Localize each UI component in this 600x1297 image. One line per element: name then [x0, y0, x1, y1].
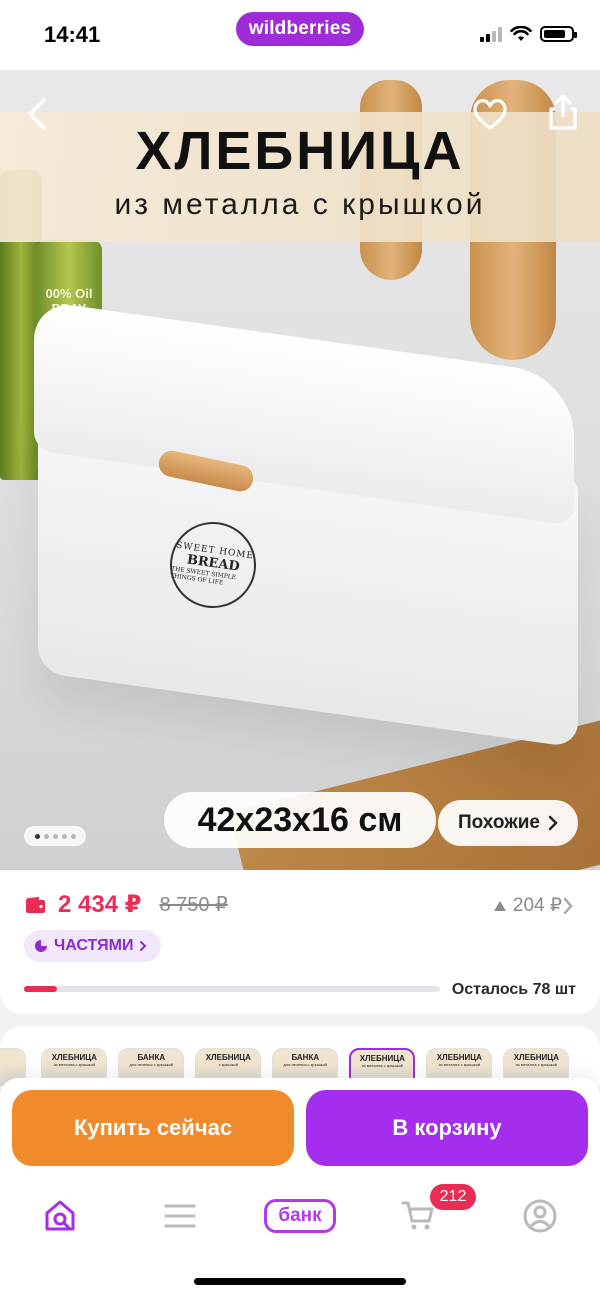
chevron-right-icon[interactable]	[562, 896, 574, 916]
home-indicator[interactable]	[194, 1278, 406, 1285]
variant-subtitle: для печенья с крышкой	[283, 1062, 328, 1067]
variant-title: ХЛЕБНИЦА	[51, 1053, 97, 1062]
share-icon[interactable]	[546, 92, 580, 132]
variant-title: БАНКА	[291, 1053, 320, 1062]
cart-icon	[401, 1201, 434, 1230]
variant-subtitle: из металла с крышкой	[53, 1062, 96, 1067]
product-image-subtitle: из металла с крышкой	[114, 188, 486, 221]
price-row: 2 434 ₽ 8 750 ₽	[24, 890, 228, 919]
back-arrow-icon[interactable]	[20, 94, 54, 134]
variant-title: ХЛЕБНИЦА	[513, 1053, 559, 1062]
cellular-signal-icon	[480, 26, 502, 42]
image-pager-dots	[24, 826, 86, 846]
installments-button[interactable]: ЧАСТЯМИ	[24, 930, 162, 962]
status-time: 14:41	[44, 22, 101, 47]
cart-count-badge: 212	[430, 1184, 476, 1210]
triangle-up-icon	[493, 900, 506, 911]
battery-icon	[540, 26, 577, 42]
add-to-cart-button[interactable]: В корзину	[306, 1090, 588, 1166]
tab-home-search[interactable]	[30, 1194, 90, 1238]
variant-title: ХЛЕБНИЦА	[436, 1053, 482, 1062]
similar-products-label: Похожие	[458, 812, 540, 833]
purchase-actions: Купить сейчас В корзину	[0, 1078, 600, 1180]
system-icons	[480, 26, 577, 42]
profile-icon	[523, 1199, 557, 1233]
current-price: 2 434 ₽	[58, 891, 142, 918]
stock-remaining: Осталось 78 шт	[451, 981, 576, 998]
variant-title: ХЛЕБНИЦА	[205, 1053, 251, 1062]
variant-subtitle: с крышкой	[218, 1062, 239, 1067]
wallet-icon	[26, 896, 45, 913]
price-card: 2 434 ₽ 8 750 ₽ 204 ₽ ЧАСТЯМИ Осталось 7…	[0, 870, 600, 1014]
product-image-gallery[interactable]: 00% Oil PRAY ХЛЕБНИЦА из металла с крышк…	[0, 70, 600, 870]
product-image-title: ХЛЕБНИЦА	[135, 121, 465, 181]
variants-strip: ХЛЕБНИЦА из металла с крышкой БАНКА для печ…	[0, 1026, 600, 1086]
status-bar: 14:41 wildberries	[0, 0, 600, 70]
variant-subtitle: из металла с крышкой	[515, 1062, 558, 1067]
variant-title: ХЛЕБНИЦА	[359, 1054, 405, 1063]
price-delta-value: 204 ₽	[512, 895, 562, 916]
stock-progress-fill	[24, 986, 58, 992]
old-price: 8 750 ₽	[159, 894, 228, 916]
variant-subtitle: из металла с крышкой	[361, 1063, 404, 1068]
menu-icon	[164, 1204, 196, 1228]
chevron-right-icon	[140, 941, 147, 951]
tab-bar: банк 212	[0, 1180, 600, 1297]
variant-subtitle: из металла с крышкой	[438, 1062, 481, 1067]
installments-label: ЧАСТЯМИ	[54, 937, 134, 954]
chevron-right-icon	[548, 815, 558, 831]
buy-now-button[interactable]: Купить сейчас	[12, 1090, 294, 1166]
tab-bank[interactable]: банк	[262, 1194, 338, 1238]
similar-products-button[interactable]: Похожие	[438, 800, 578, 846]
price-delta[interactable]: 204 ₽	[493, 894, 562, 917]
heart-icon[interactable]	[470, 96, 510, 132]
tab-profile[interactable]	[510, 1194, 570, 1238]
bank-logo: банк	[264, 1199, 336, 1233]
pie-chart-icon	[35, 940, 47, 952]
home-search-icon	[45, 1200, 75, 1231]
tab-catalog[interactable]	[150, 1194, 210, 1238]
variant-subtitle: для печенья с крышкой	[129, 1062, 174, 1067]
wildberries-logo[interactable]: wildberries	[236, 12, 364, 46]
stock-progress-bar	[24, 986, 440, 992]
wifi-icon	[510, 26, 532, 41]
dimensions-label: 42x23x16 см	[164, 792, 436, 848]
variant-title: БАНКА	[137, 1053, 166, 1062]
